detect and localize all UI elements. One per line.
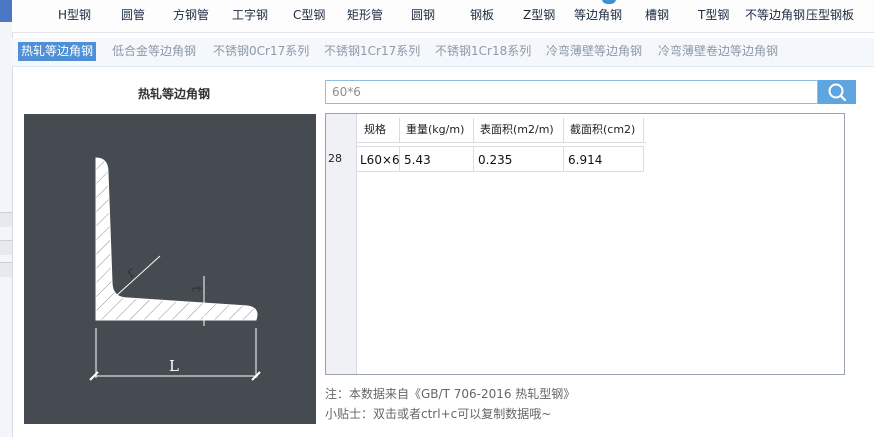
subtab-stainless-0cr17[interactable]: 不锈钢0Cr17系列 <box>210 42 312 61</box>
subtab-stainless-1cr17[interactable]: 不锈钢1Cr17系列 <box>321 42 423 61</box>
cell-section-area[interactable]: 6.914 <box>564 146 644 172</box>
thickness-label: t <box>188 286 204 292</box>
notification-dot <box>602 0 616 4</box>
nav-item-channel[interactable]: 槽钢 <box>645 6 669 23</box>
angle-section-diagram: r t L <box>24 114 316 424</box>
data-source-note: 注：本数据来自《GB/T 706-2016 热轧型钢》 <box>325 387 576 401</box>
nav-item-profiled-sheet[interactable]: 压型钢板 <box>806 6 854 23</box>
search-button[interactable] <box>818 80 856 104</box>
edge-marker <box>0 212 12 227</box>
edge-marker <box>0 240 12 255</box>
row-number: 28 <box>328 152 342 165</box>
subtab-low-alloy-equal-angle[interactable]: 低合金等边角钢 <box>109 42 199 61</box>
nav-item-unequal-angle[interactable]: 不等边角钢 <box>745 6 805 23</box>
nav-item-round-tube[interactable]: 圆管 <box>121 6 145 23</box>
edge-marker <box>0 262 12 277</box>
subtype-tabs: 热轧等边角钢 低合金等边角钢 不锈钢0Cr17系列 不锈钢1Cr17系列 不锈钢… <box>12 38 874 67</box>
search-input[interactable] <box>325 80 818 104</box>
diagram-title: 热轧等边角钢 <box>137 87 210 101</box>
copy-tip-note: 小贴士：双击或者ctrl+c可以复制数据哦~ <box>325 407 552 421</box>
nav-item-c-steel[interactable]: C型钢 <box>293 6 325 23</box>
nav-item-equal-angle[interactable]: 等边角钢 <box>574 6 622 23</box>
nav-item-rect-tube[interactable]: 矩形管 <box>347 6 383 23</box>
nav-item-t-steel[interactable]: T型钢 <box>698 6 729 23</box>
data-table: 28 规格 重量(kg/m) 表面积(m2/m) 截面积(cm2) L60×6 … <box>325 113 845 375</box>
subtab-hot-rolled-equal-angle[interactable]: 热轧等边角钢 <box>18 42 97 61</box>
nav-item-round-bar[interactable]: 圆钢 <box>411 6 435 23</box>
column-header-spec[interactable]: 规格 <box>358 118 400 142</box>
angle-profile <box>95 157 258 321</box>
column-header-section-area[interactable]: 截面积(cm2) <box>564 118 644 142</box>
length-label: L <box>169 357 179 375</box>
nav-item-i-beam[interactable]: 工字钢 <box>232 6 268 23</box>
category-nav: H型钢 圆管 方钢管 工字钢 C型钢 矩形管 圆钢 钢板 Z型钢 等边角钢 槽钢… <box>12 0 874 33</box>
cell-spec[interactable]: L60×6 <box>356 146 400 172</box>
header-divider <box>356 142 646 143</box>
radius-label: r <box>123 265 139 282</box>
nav-item-h-steel[interactable]: H型钢 <box>58 6 91 23</box>
subtab-stainless-1cr18[interactable]: 不锈钢1Cr18系列 <box>432 42 534 61</box>
column-header-weight[interactable]: 重量(kg/m) <box>400 118 474 142</box>
nav-item-z-steel[interactable]: Z型钢 <box>523 6 555 23</box>
column-header-surface-area[interactable]: 表面积(m2/m) <box>474 118 564 142</box>
search-icon <box>828 83 847 102</box>
cell-surface-area[interactable]: 0.235 <box>474 146 564 172</box>
nav-item-square-tube[interactable]: 方钢管 <box>173 6 209 23</box>
angle-section-drawing: r t L <box>89 157 261 381</box>
radius-dimension-line <box>115 255 161 297</box>
subtab-cold-formed-lipped-angle[interactable]: 冷弯薄壁卷边等边角钢 <box>655 42 781 61</box>
subtab-cold-formed-equal-angle[interactable]: 冷弯薄壁等边角钢 <box>543 42 645 61</box>
nav-item-plate[interactable]: 钢板 <box>470 6 494 23</box>
cell-weight[interactable]: 5.43 <box>400 146 474 172</box>
